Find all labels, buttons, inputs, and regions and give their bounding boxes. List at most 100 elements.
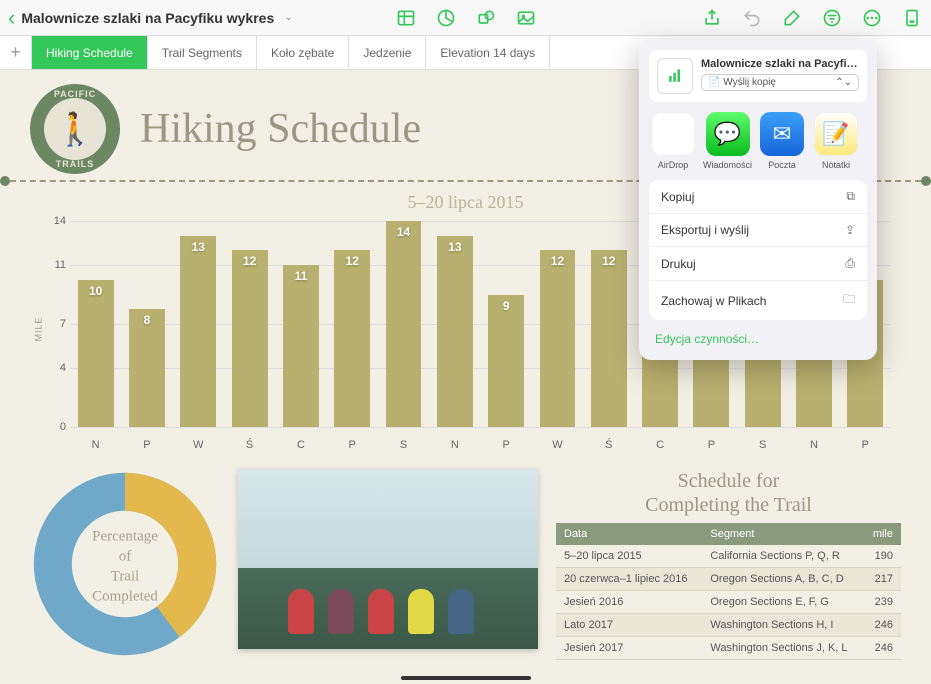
action-icon: ⧉: [846, 189, 855, 204]
bar-value: 12: [551, 254, 564, 268]
page-title: Hiking Schedule: [140, 105, 421, 153]
x-label: S: [378, 439, 429, 451]
bar-value: 12: [346, 254, 359, 268]
share-action-eksportuj-i-wyślij[interactable]: Eksportuj i wyślij⇪: [649, 214, 867, 247]
share-icon[interactable]: [701, 7, 723, 29]
bar[interactable]: 12: [334, 250, 370, 427]
y-tick: 4: [60, 362, 66, 374]
share-app-poczta[interactable]: ✉Poczta: [758, 112, 806, 170]
add-sheet-button[interactable]: +: [0, 36, 32, 69]
y-tick: 0: [60, 421, 66, 433]
bar-value: 12: [243, 254, 256, 268]
share-action-zachowaj-w-plikach[interactable]: Zachowaj w Plikach🗀: [649, 281, 867, 320]
col-header[interactable]: mile: [863, 523, 901, 545]
bar-value: 11: [295, 269, 308, 283]
share-mode-select[interactable]: 📄 Wyślij kopię⌃⌄: [701, 74, 859, 91]
bar[interactable]: 12: [232, 250, 268, 427]
bar[interactable]: 11: [283, 265, 319, 427]
action-icon: ⎙: [845, 256, 855, 271]
share-doc-icon: [657, 58, 693, 94]
brush-icon[interactable]: [781, 7, 803, 29]
table-row[interactable]: Lato 2017Washington Sections H, I246: [556, 614, 901, 637]
col-header[interactable]: Data: [556, 523, 702, 545]
bar-value: 13: [192, 240, 205, 254]
share-action-drukuj[interactable]: Drukuj⎙: [649, 247, 867, 281]
app-icon: ✉: [760, 112, 804, 156]
x-label: N: [788, 439, 839, 451]
y-axis-label: MILE: [34, 316, 44, 341]
x-label: N: [429, 439, 480, 451]
tab-elevation-14-days[interactable]: Elevation 14 days: [426, 36, 550, 69]
x-label: P: [121, 439, 172, 451]
share-doc-name: Malownicze szlaki na Pacyfiku wykre...: [701, 58, 859, 70]
donut-chart[interactable]: PercentageofTrailCompleted: [30, 469, 220, 664]
bar[interactable]: 14: [386, 221, 422, 427]
tab-jedzenie[interactable]: Jedzenie: [349, 36, 426, 69]
bar[interactable]: 12: [540, 250, 576, 427]
share-app-wiadomości[interactable]: 💬Wiadomości: [703, 112, 752, 170]
x-label: P: [686, 439, 737, 451]
back-button[interactable]: ‹: [8, 5, 15, 31]
undo-icon[interactable]: [741, 7, 763, 29]
x-label: S: [737, 439, 788, 451]
app-icon: 📝: [814, 112, 858, 156]
y-tick: 11: [55, 259, 66, 271]
action-icon: ⇪: [845, 223, 855, 237]
share-app-fi[interactable]: Fi: [866, 112, 867, 170]
x-label: W: [173, 439, 224, 451]
bar-value: 12: [602, 254, 615, 268]
x-label: P: [327, 439, 378, 451]
bar[interactable]: 9: [488, 295, 524, 427]
bar[interactable]: 10: [78, 280, 114, 427]
hiker-icon: 🚶: [55, 110, 95, 148]
schedule-table-wrap: Schedule forCompleting the Trail DataSeg…: [556, 469, 901, 660]
bar-value: 8: [144, 313, 151, 327]
x-label: Ś: [224, 439, 275, 451]
more-icon[interactable]: [861, 7, 883, 29]
tab-hiking-schedule[interactable]: Hiking Schedule: [32, 36, 148, 69]
bar-value: 9: [503, 299, 510, 313]
home-indicator: [401, 676, 531, 680]
tab-trail-segments[interactable]: Trail Segments: [148, 36, 257, 69]
doc-icon[interactable]: [901, 7, 923, 29]
chevron-updown-icon: ⌃⌄: [835, 77, 852, 88]
x-label: W: [532, 439, 583, 451]
action-icon: 🗀: [843, 290, 855, 311]
media-icon[interactable]: [515, 7, 537, 29]
chevron-down-icon[interactable]: ⌄: [284, 12, 292, 23]
share-sheet: Malownicze szlaki na Pacyfiku wykre... 📄…: [639, 40, 877, 360]
filter-icon[interactable]: [821, 7, 843, 29]
share-app-notatki[interactable]: 📝Notatki: [812, 112, 860, 170]
table-title: Schedule forCompleting the Trail: [556, 469, 901, 517]
table-row[interactable]: 5–20 lipca 2015California Sections P, Q,…: [556, 545, 901, 568]
bar-value: 14: [397, 225, 410, 239]
table-icon[interactable]: [395, 7, 417, 29]
tab-koło-zębate[interactable]: Koło zębate: [257, 36, 349, 69]
bar[interactable]: 8: [129, 309, 165, 427]
top-toolbar: ‹ Malownicze szlaki na Pacyfiku wykres ⌄: [0, 0, 931, 36]
bar[interactable]: 13: [180, 236, 216, 427]
shapes-icon[interactable]: [475, 7, 497, 29]
bar[interactable]: 13: [437, 236, 473, 427]
trail-logo: PACIFIC TRAILS SCENIC 🚶: [30, 84, 120, 174]
x-label: N: [70, 439, 121, 451]
share-app-airdrop[interactable]: ◎AirDrop: [649, 112, 697, 170]
chart-icon[interactable]: [435, 7, 457, 29]
x-label: Ś: [583, 439, 634, 451]
bar-value: 10: [89, 284, 102, 298]
y-tick: 7: [60, 318, 66, 330]
col-header[interactable]: Segment: [702, 523, 863, 545]
table-row[interactable]: Jesień 2017Washington Sections J, K, L24…: [556, 637, 901, 660]
photo[interactable]: [238, 469, 538, 649]
x-label: P: [481, 439, 532, 451]
bar[interactable]: 12: [591, 250, 627, 427]
edit-actions-link[interactable]: Edycja czynności…: [649, 328, 867, 350]
donut-center-text: PercentageofTrailCompleted: [92, 526, 158, 607]
document-title[interactable]: Malownicze szlaki na Pacyfiku wykres: [21, 10, 274, 26]
table-row[interactable]: 20 czerwca–1 lipiec 2016Oregon Sections …: [556, 568, 901, 591]
schedule-table[interactable]: DataSegmentmile 5–20 lipca 2015Californi…: [556, 523, 901, 660]
share-action-kopiuj[interactable]: Kopiuj⧉: [649, 180, 867, 214]
table-row[interactable]: Jesień 2016Oregon Sections E, F, G239: [556, 591, 901, 614]
y-tick: 14: [54, 215, 66, 227]
x-label: C: [634, 439, 685, 451]
